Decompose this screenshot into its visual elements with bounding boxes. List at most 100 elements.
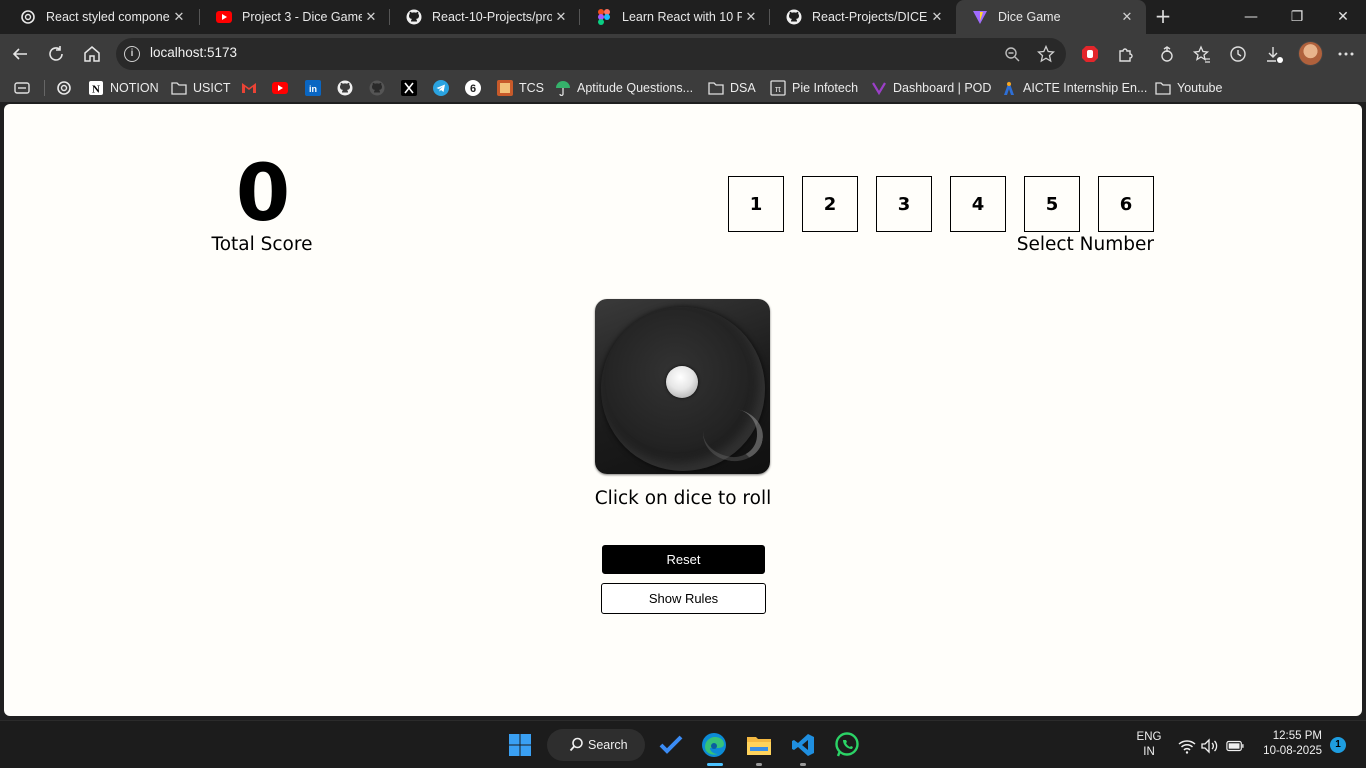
number-box-5[interactable]: 5 (1024, 176, 1080, 232)
language-region[interactable]: IN (1134, 746, 1164, 758)
zoom-out-icon[interactable] (1002, 44, 1022, 64)
history-icon[interactable] (1228, 44, 1248, 64)
edge-icon[interactable] (698, 729, 730, 761)
whatsapp-icon[interactable] (831, 729, 863, 761)
taskbar-search[interactable]: Search (547, 729, 645, 761)
tab-react-styled-components[interactable]: React styled component ✕ (4, 0, 198, 34)
clock-time[interactable]: 12:55 PM (1256, 730, 1322, 742)
number-box-3[interactable]: 3 (876, 176, 932, 232)
tab-project3-dice-game[interactable]: Project 3 - Dice Game | ✕ (200, 0, 390, 34)
todo-icon[interactable] (655, 729, 687, 761)
tab-close-icon[interactable]: ✕ (170, 10, 188, 25)
linkedin-icon: in (305, 80, 321, 96)
tab-title: Project 3 - Dice Game | (242, 10, 362, 24)
tab-dice-game[interactable]: Dice Game ✕ (956, 0, 1146, 34)
windows-start-icon[interactable] (504, 729, 536, 761)
tab-react-projects-dice[interactable]: React-Projects/DICE GAI ✕ (770, 0, 956, 34)
profile-avatar[interactable] (1298, 41, 1323, 66)
telegram-icon (433, 80, 449, 96)
tab-close-icon[interactable]: ✕ (742, 10, 760, 25)
chatgpt-icon (20, 9, 36, 25)
site-info-icon[interactable]: i (124, 46, 140, 62)
favorite-star-icon[interactable] (1036, 44, 1056, 64)
folder-icon (1155, 80, 1171, 96)
favorites-icon[interactable] (1192, 44, 1212, 64)
notion-icon: N (88, 80, 104, 96)
tab-react-10-projects[interactable]: React-10-Projects/proje ✕ (390, 0, 580, 34)
minimize-icon[interactable]: — (1228, 0, 1274, 34)
tcs-icon (497, 80, 513, 96)
bookmark-youtube-folder[interactable]: Youtube (1155, 78, 1222, 98)
bookmark-github-2[interactable] (369, 78, 391, 98)
restore-icon[interactable]: ❐ (1274, 0, 1320, 34)
number-box-1[interactable]: 1 (728, 176, 784, 232)
number-box-6[interactable]: 6 (1098, 176, 1154, 232)
battery-icon[interactable] (1226, 737, 1244, 755)
bookmark-x[interactable] (401, 78, 423, 98)
back-icon[interactable] (6, 40, 34, 68)
tab-title: React-10-Projects/proje (432, 10, 552, 24)
extensions-icon[interactable] (1116, 44, 1136, 64)
bookmark-github[interactable] (337, 78, 359, 98)
browser-toolbar: i localhost:5173 (0, 34, 1366, 74)
bookmark-dsa-folder[interactable]: DSA (708, 78, 756, 98)
dice-image[interactable] (595, 299, 770, 474)
umbrella-icon (555, 80, 571, 96)
bookmark-aptitude[interactable]: Aptitude Questions... (555, 78, 693, 98)
tab-close-icon[interactable]: ✕ (552, 10, 570, 25)
bookmark-six[interactable]: 6 (465, 78, 487, 98)
bookmark-notion[interactable]: N NOTION (88, 78, 159, 98)
tab-learn-react[interactable]: Learn React with 10 Proj ✕ (580, 0, 770, 34)
bookmark-tabs-menu[interactable] (14, 78, 36, 98)
tab-close-icon[interactable]: ✕ (362, 10, 380, 25)
bookmark-aicte[interactable]: AICTE Internship En... (1001, 78, 1147, 98)
vscode-icon[interactable] (787, 729, 819, 761)
bookmark-label: AICTE Internship En... (1023, 81, 1148, 95)
browser-essentials-icon[interactable] (1157, 44, 1177, 64)
more-menu-icon[interactable] (1336, 44, 1356, 64)
tab-close-icon[interactable]: ✕ (928, 10, 946, 25)
six-icon: 6 (465, 80, 481, 96)
downloads-icon[interactable] (1264, 44, 1284, 64)
tab-close-icon[interactable]: ✕ (1118, 10, 1136, 25)
close-window-icon[interactable]: ✕ (1320, 0, 1366, 34)
reset-button[interactable]: Reset (602, 545, 765, 574)
bookmark-linkedin[interactable]: in (305, 78, 327, 98)
bookmark-chatgpt[interactable] (56, 78, 78, 98)
number-box-4[interactable]: 4 (950, 176, 1006, 232)
volume-icon[interactable] (1201, 737, 1219, 755)
bookmark-pie-infotech[interactable]: π Pie Infotech (770, 78, 858, 98)
tab-title: React-Projects/DICE GAI (812, 10, 928, 24)
chatgpt-icon (56, 80, 72, 96)
bookmark-label: USICT (193, 81, 231, 95)
bookmark-label: Aptitude Questions... (577, 81, 694, 95)
file-explorer-icon[interactable] (743, 729, 775, 761)
pie-icon: π (770, 80, 786, 96)
search-icon (569, 737, 584, 755)
reload-icon[interactable] (42, 40, 70, 68)
github-icon (337, 80, 353, 96)
number-box-2[interactable]: 2 (802, 176, 858, 232)
address-url[interactable]: localhost:5173 (150, 45, 237, 60)
bookmark-gmail[interactable] (241, 78, 263, 98)
svg-text:6: 6 (470, 83, 476, 95)
bookmark-dashboard-pod[interactable]: Dashboard | POD (871, 78, 991, 98)
show-rules-button[interactable]: Show Rules (601, 583, 766, 614)
bookmark-tcs[interactable]: TCS (497, 78, 544, 98)
wifi-icon[interactable] (1178, 737, 1196, 755)
bookmarks-divider (44, 80, 45, 96)
clock-date[interactable]: 10-08-2025 (1252, 745, 1322, 757)
new-tab-icon[interactable]: + (1150, 4, 1176, 30)
bookmark-usict-folder[interactable]: USICT (171, 78, 231, 98)
folder-icon (708, 80, 724, 96)
youtube-icon (216, 9, 232, 25)
notification-badge[interactable]: 1 (1330, 737, 1346, 753)
edge-active-indicator (707, 763, 723, 766)
language-code[interactable]: ENG (1134, 731, 1164, 743)
address-bar[interactable]: i localhost:5173 (116, 38, 1066, 70)
home-icon[interactable] (78, 40, 106, 68)
bookmark-youtube[interactable] (272, 78, 294, 98)
bookmark-telegram[interactable] (433, 78, 455, 98)
gmail-icon (241, 80, 257, 96)
adblock-icon[interactable] (1080, 44, 1100, 64)
